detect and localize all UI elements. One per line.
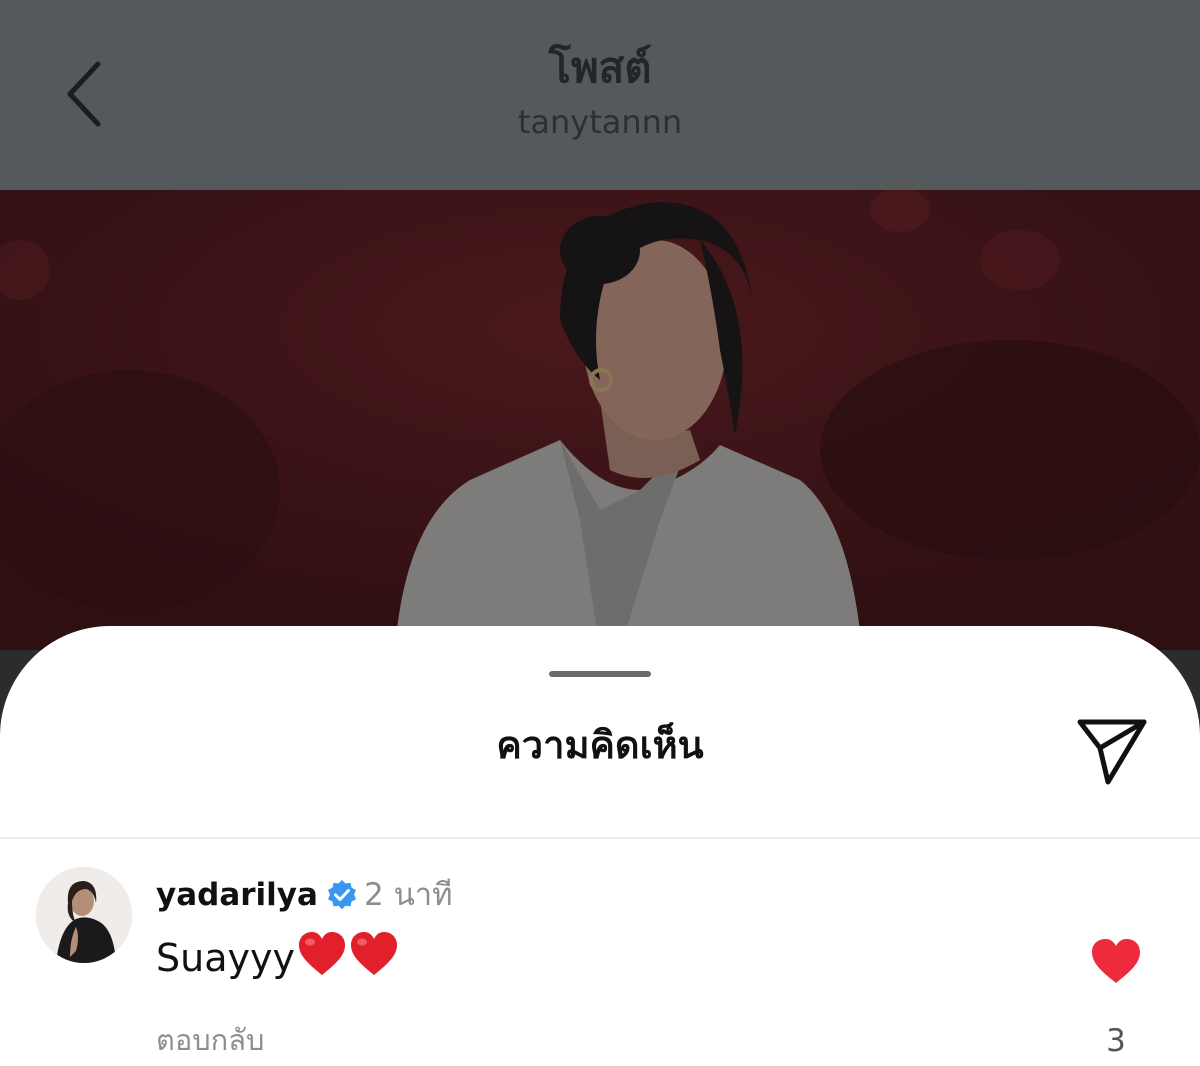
- comment-username[interactable]: yadarilya: [156, 873, 318, 917]
- comment-text-body: Suayyy: [156, 936, 295, 980]
- reply-button[interactable]: ตอบกลับ: [156, 1019, 264, 1061]
- sheet-grab-handle[interactable]: [549, 671, 651, 677]
- comment-timestamp: 2 นาที: [364, 877, 453, 913]
- comment-text: Suayyy: [156, 931, 399, 984]
- verified-badge-icon: [326, 879, 358, 911]
- paper-plane-icon: [1077, 719, 1147, 785]
- heart-filled-icon: [1092, 939, 1140, 983]
- like-button[interactable]: [1090, 937, 1142, 985]
- comments-sheet: ความคิดเห็น yadarilya 2 นาที Suayyy ตอบก…: [0, 626, 1200, 1066]
- post-header: โพสต์ tanytannn: [0, 0, 1200, 190]
- avatar[interactable]: [36, 867, 132, 963]
- post-photo: [0, 190, 1200, 650]
- share-button[interactable]: [1072, 708, 1152, 788]
- like-count: 3: [1106, 1023, 1126, 1059]
- comments-title: ความคิดเห็น: [496, 723, 704, 767]
- post-author-username[interactable]: tanytannn: [0, 100, 1200, 144]
- page-title: โพสต์: [548, 43, 652, 92]
- red-heart-emoji-icon: [349, 931, 399, 977]
- comment-item: yadarilya 2 นาที Suayyy ตอบกลับ 3: [0, 839, 1200, 1066]
- red-heart-emoji-icon: [297, 931, 347, 977]
